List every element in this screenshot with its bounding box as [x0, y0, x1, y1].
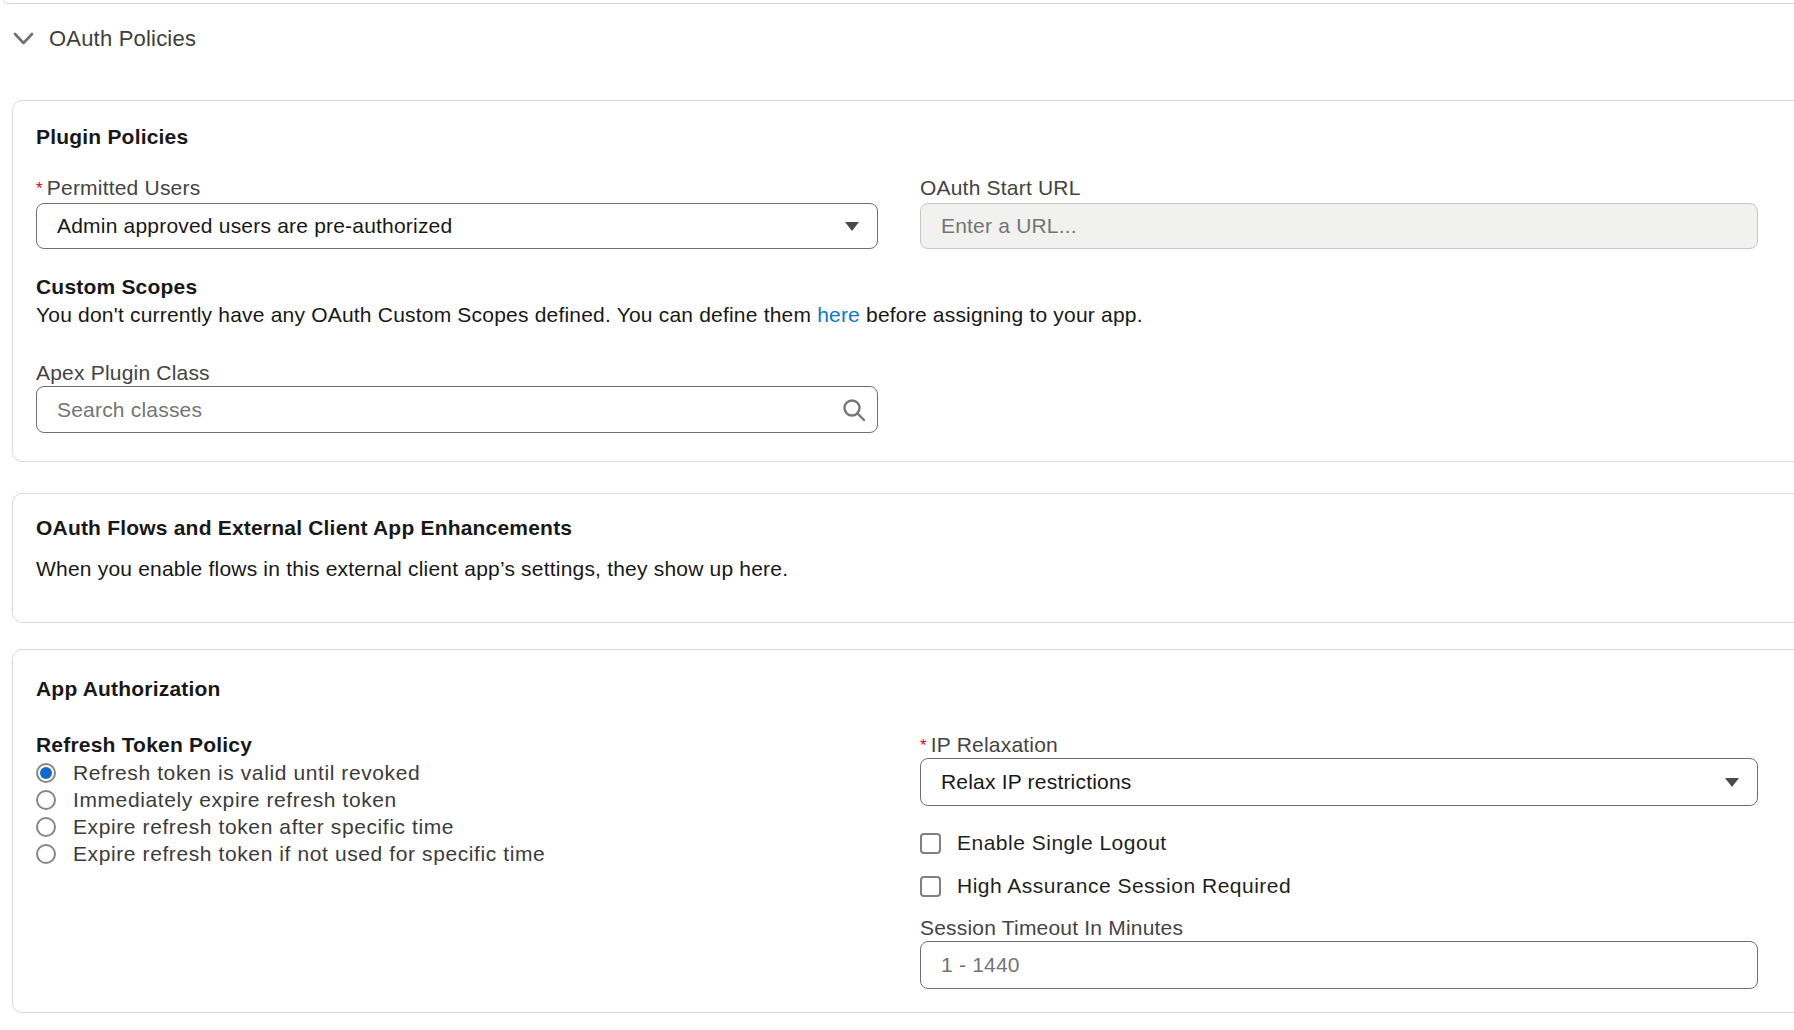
refresh-token-policy-label: Refresh Token Policy	[36, 734, 878, 756]
oauth-start-url-placeholder: Enter a URL...	[941, 214, 1077, 238]
session-timeout-label: Session Timeout In Minutes	[920, 917, 1758, 939]
enable-single-logout-row[interactable]: Enable Single Logout	[920, 832, 1758, 854]
required-asterisk: *	[36, 178, 43, 200]
chevron-down-icon[interactable]	[13, 32, 34, 46]
ip-relaxation-value: Relax IP restrictions	[941, 770, 1132, 794]
permitted-users-value: Admin approved users are pre-authorized	[57, 214, 452, 238]
session-timeout-placeholder: 1 - 1440	[941, 953, 1020, 977]
apex-plugin-class-label: Apex Plugin Class	[36, 362, 1758, 384]
high-assurance-row[interactable]: High Assurance Session Required	[920, 875, 1758, 897]
oauth-flows-description: When you enable flows in this external c…	[36, 558, 1758, 580]
apex-plugin-class-placeholder: Search classes	[57, 398, 202, 422]
ip-relaxation-label: * IP Relaxation	[920, 734, 1758, 756]
apex-plugin-class-search-input[interactable]: Search classes	[36, 386, 878, 433]
permitted-users-select[interactable]: Admin approved users are pre-authorized	[36, 203, 878, 249]
radio-unselected[interactable]	[36, 844, 56, 864]
oauth-flows-card: OAuth Flows and External Client App Enha…	[12, 493, 1794, 623]
oauth-flows-title: OAuth Flows and External Client App Enha…	[36, 516, 1758, 540]
oauth-start-url-label: OAuth Start URL	[920, 177, 1758, 199]
oauth-policies-section-header[interactable]: OAuth Policies	[13, 26, 196, 52]
radio-option-valid-until-revoked[interactable]: Refresh token is valid until revoked	[36, 759, 878, 786]
custom-scopes-here-link[interactable]: here	[817, 303, 860, 326]
oauth-policies-page: OAuth Policies Plugin Policies * Permitt…	[0, 0, 1794, 1030]
radio-option-expire-if-not-used[interactable]: Expire refresh token if not used for spe…	[36, 840, 878, 867]
ip-relaxation-select[interactable]: Relax IP restrictions	[920, 758, 1758, 806]
required-asterisk: *	[920, 735, 927, 757]
radio-unselected[interactable]	[36, 817, 56, 837]
custom-scopes-title: Custom Scopes	[36, 276, 1758, 298]
plugin-policies-title: Plugin Policies	[36, 125, 1758, 149]
session-timeout-input[interactable]: 1 - 1440	[920, 941, 1758, 989]
permitted-users-label: * Permitted Users	[36, 177, 878, 199]
chevron-down-icon	[1725, 778, 1739, 787]
app-authorization-card: App Authorization Refresh Token Policy R…	[12, 649, 1794, 1013]
chevron-down-icon	[845, 222, 859, 231]
plugin-policies-card: Plugin Policies * Permitted Users Admin …	[12, 100, 1794, 462]
app-authorization-title: App Authorization	[36, 677, 1758, 701]
oauth-start-url-input: Enter a URL...	[920, 203, 1758, 249]
high-assurance-checkbox[interactable]	[920, 876, 941, 897]
radio-unselected[interactable]	[36, 790, 56, 810]
radio-option-immediately-expire[interactable]: Immediately expire refresh token	[36, 786, 878, 813]
custom-scopes-text: You don't currently have any OAuth Custo…	[36, 304, 1758, 326]
radio-selected[interactable]	[36, 763, 56, 783]
previous-card-bottom-edge	[2, 0, 1794, 4]
enable-single-logout-checkbox[interactable]	[920, 833, 941, 854]
search-icon	[841, 397, 867, 423]
section-title: OAuth Policies	[49, 26, 196, 52]
radio-option-expire-after-time[interactable]: Expire refresh token after specific time	[36, 813, 878, 840]
refresh-token-policy-radio-group: Refresh token is valid until revoked Imm…	[36, 759, 878, 867]
